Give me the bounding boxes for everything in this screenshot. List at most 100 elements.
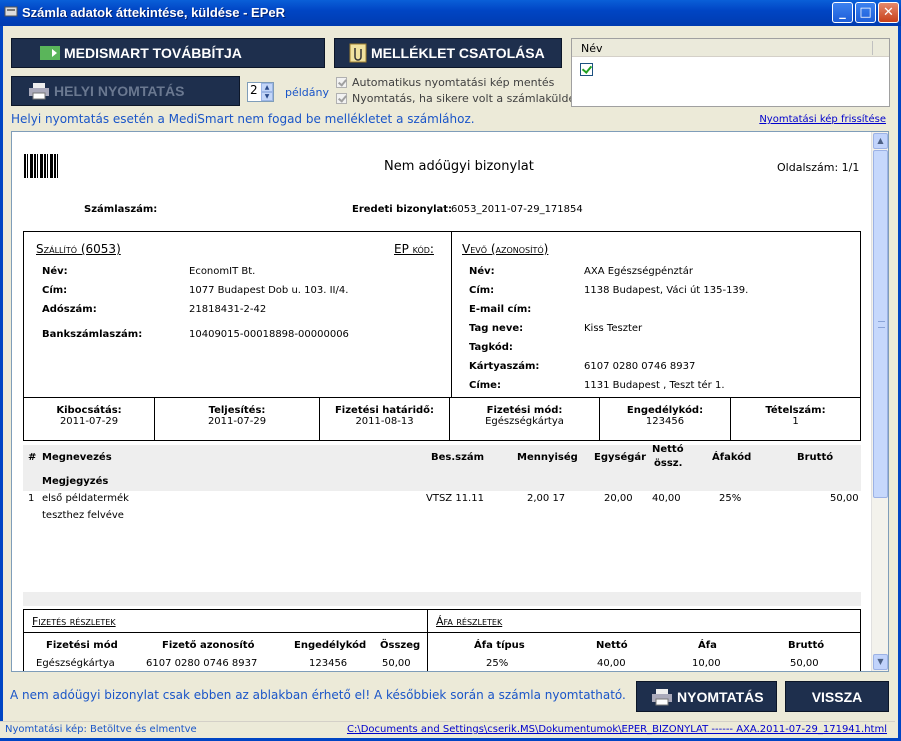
buyer-member-name-label: Tag neve: [469, 323, 524, 334]
buyer-name-label: Név: [469, 266, 495, 277]
col-vat-code: Áfakód [712, 452, 752, 463]
pay-col-payer: Fizető azonosító [162, 640, 255, 651]
info-text: Helyi nyomtatás esetén a MediSmart nem f… [11, 112, 475, 126]
maximize-icon: □ [859, 5, 872, 20]
close-button[interactable]: ✕ [878, 2, 899, 23]
ep-code-label: EP kód: [394, 242, 434, 256]
issue-date-label: Kibocsátás: [56, 405, 122, 416]
supplier-address-label: Cím: [42, 285, 68, 296]
auto-save-checkbox[interactable]: Automatikus nyomtatási kép mentés [336, 76, 554, 89]
copies-stepper[interactable]: 2 ▲ ▼ [247, 82, 274, 102]
supplier-taxno: 21818431-2-42 [189, 304, 267, 315]
attach-label: MELLÉKLET CSATOLÁSA [371, 45, 545, 61]
dates-row: Kibocsátás: 2011-07-29 Teljesítés: 2011-07… [23, 398, 861, 441]
buyer-postal: 1131 Budapest , Teszt tér 1. [584, 380, 725, 391]
item-count-cell: Tételszám: 1 [731, 398, 860, 440]
back-button[interactable]: VISSZA [785, 681, 889, 712]
back-label: VISSZA [811, 688, 863, 705]
document-viewer[interactable]: Nem adóügyi bizonylat Oldalszám: 1/1 Szá… [11, 131, 889, 672]
medismart-send-button[interactable]: MEDISMART TOVÁBBÍTJA [11, 38, 325, 68]
supplier-address: 1077 Budapest Dob u. 103. II/4. [189, 285, 349, 296]
due-date: 2011-08-13 [355, 416, 414, 427]
pay-amount: 50,00 [382, 658, 411, 669]
scroll-down-icon[interactable]: ▼ [873, 654, 888, 670]
original-doc-label: Eredeti bizonylat: [352, 204, 453, 215]
status-bar: Nyomtatási kép: Betöltve és elmentve C:\… [0, 721, 895, 738]
buyer-heading: Vevő (azonosító) [462, 242, 549, 256]
saved-file-link[interactable]: C:\Documents and Settings\cserik.MS\Doku… [347, 724, 887, 735]
item-quantity: 2,00 17 [527, 493, 566, 504]
buyer-address: 1138 Budapest, Váci út 135-139. [584, 285, 749, 296]
gray-divider [23, 592, 861, 606]
col-quantity: Mennyiség [517, 452, 578, 463]
item-name-line2: teszthez felvéve [42, 510, 124, 521]
col-besszam: Bes.szám [431, 452, 485, 463]
issue-date-cell: Kibocsátás: 2011-07-29 [24, 398, 155, 440]
print-on-success-checkbox[interactable]: Nyomtatás, ha sikere volt a számlaküldés [336, 92, 581, 105]
col-hash: # [28, 452, 37, 463]
payment-method-label: Fizetési mód: [486, 405, 563, 416]
scroll-thumb[interactable] [873, 150, 888, 498]
local-print-label: HELYI NYOMTATÁS [54, 83, 185, 99]
vat-type: 25% [486, 658, 509, 669]
supplier-name-label: Név: [42, 266, 68, 277]
vat-details-heading: Áfa részletek [436, 615, 503, 628]
buyer-card: 6107 0280 0746 8937 [584, 361, 696, 372]
buyer-email-label: E-mail cím: [469, 304, 532, 315]
status-text: Nyomtatási kép: Betöltve és elmentve [5, 724, 197, 735]
scroll-up-icon[interactable]: ▲ [873, 133, 888, 149]
notice-text: A nem adóügyi bizonylat csak ebben az ab… [10, 688, 626, 702]
arrow-right-icon [40, 46, 60, 60]
item-vat-code: 25% [719, 493, 742, 504]
col-net: Nettó [652, 444, 684, 455]
minimize-button[interactable]: _ [832, 2, 853, 23]
checkbox-icon [336, 77, 347, 88]
spin-down-icon[interactable]: ▼ [261, 92, 273, 101]
maximize-button[interactable]: □ [855, 2, 876, 23]
col-gross: Bruttó [797, 452, 834, 463]
print-label: NYOMTATÁS [677, 688, 764, 705]
printer-icon [652, 688, 672, 705]
auth-code-cell: Engedélykód: 123456 [600, 398, 731, 440]
name-list[interactable]: Név [571, 38, 890, 107]
print-on-success-label: Nyomtatás, ha sikere volt a számlaküldés [352, 92, 581, 105]
item-net: 40,00 [652, 493, 681, 504]
barcode-icon [24, 154, 60, 178]
fulfilment-date: 2011-07-29 [207, 416, 267, 427]
original-doc-value: 6053_2011-07-29_171854 [451, 204, 583, 215]
pay-method: Egészségkártya [36, 658, 115, 669]
col-name: Megnevezés [42, 452, 112, 463]
buyer-address-label: Cím: [469, 285, 495, 296]
supplier-taxno-label: Adószám: [42, 304, 97, 315]
refresh-preview-link[interactable]: Nyomtatási kép frissítése [759, 114, 886, 125]
buyer-name: AXA Egészségpénztár [584, 266, 693, 277]
vat-amount: 10,00 [692, 658, 721, 669]
szamlaszam-label: Számlaszám: [84, 204, 158, 215]
printer-icon [29, 83, 49, 100]
print-button[interactable]: NYOMTATÁS [636, 681, 777, 712]
name-list-header[interactable]: Név [572, 39, 889, 57]
payment-method: Egészségkártya [485, 416, 564, 427]
item-unit-price: 20,00 [604, 493, 633, 504]
payment-details-heading: Fizetés részletek [32, 615, 116, 628]
item-besszam: VTSZ 11.11 [426, 493, 484, 504]
vat-net: 40,00 [597, 658, 626, 669]
auth-code: 123456 [645, 416, 685, 427]
buyer-member-code-label: Tagkód: [469, 342, 513, 353]
col-unit-price: Egységár [594, 452, 647, 463]
vertical-scrollbar[interactable]: ▲ ▼ [871, 132, 888, 671]
attach-button[interactable]: MELLÉKLET CSATOLÁSA [334, 38, 562, 68]
window-title: Számla adatok áttekintése, küldése - EPe… [22, 5, 285, 20]
buyer-card-label: Kártyaszám: [469, 361, 540, 372]
col-net-sum: össz. [654, 458, 683, 469]
medismart-send-label: MEDISMART TOVÁBBÍTJA [64, 45, 242, 61]
spin-up-icon[interactable]: ▲ [261, 83, 273, 92]
vat-gross: 50,00 [790, 658, 819, 669]
col-note: Megjegyzés [42, 476, 109, 487]
name-row-checkbox[interactable] [580, 63, 593, 76]
vat-col-gross: Bruttó [788, 640, 825, 651]
auto-save-label: Automatikus nyomtatási kép mentés [352, 76, 555, 89]
local-print-button[interactable]: HELYI NYOMTATÁS [11, 76, 240, 106]
copies-unit: példány [285, 86, 330, 99]
vat-col-vat: Áfa [698, 640, 717, 651]
